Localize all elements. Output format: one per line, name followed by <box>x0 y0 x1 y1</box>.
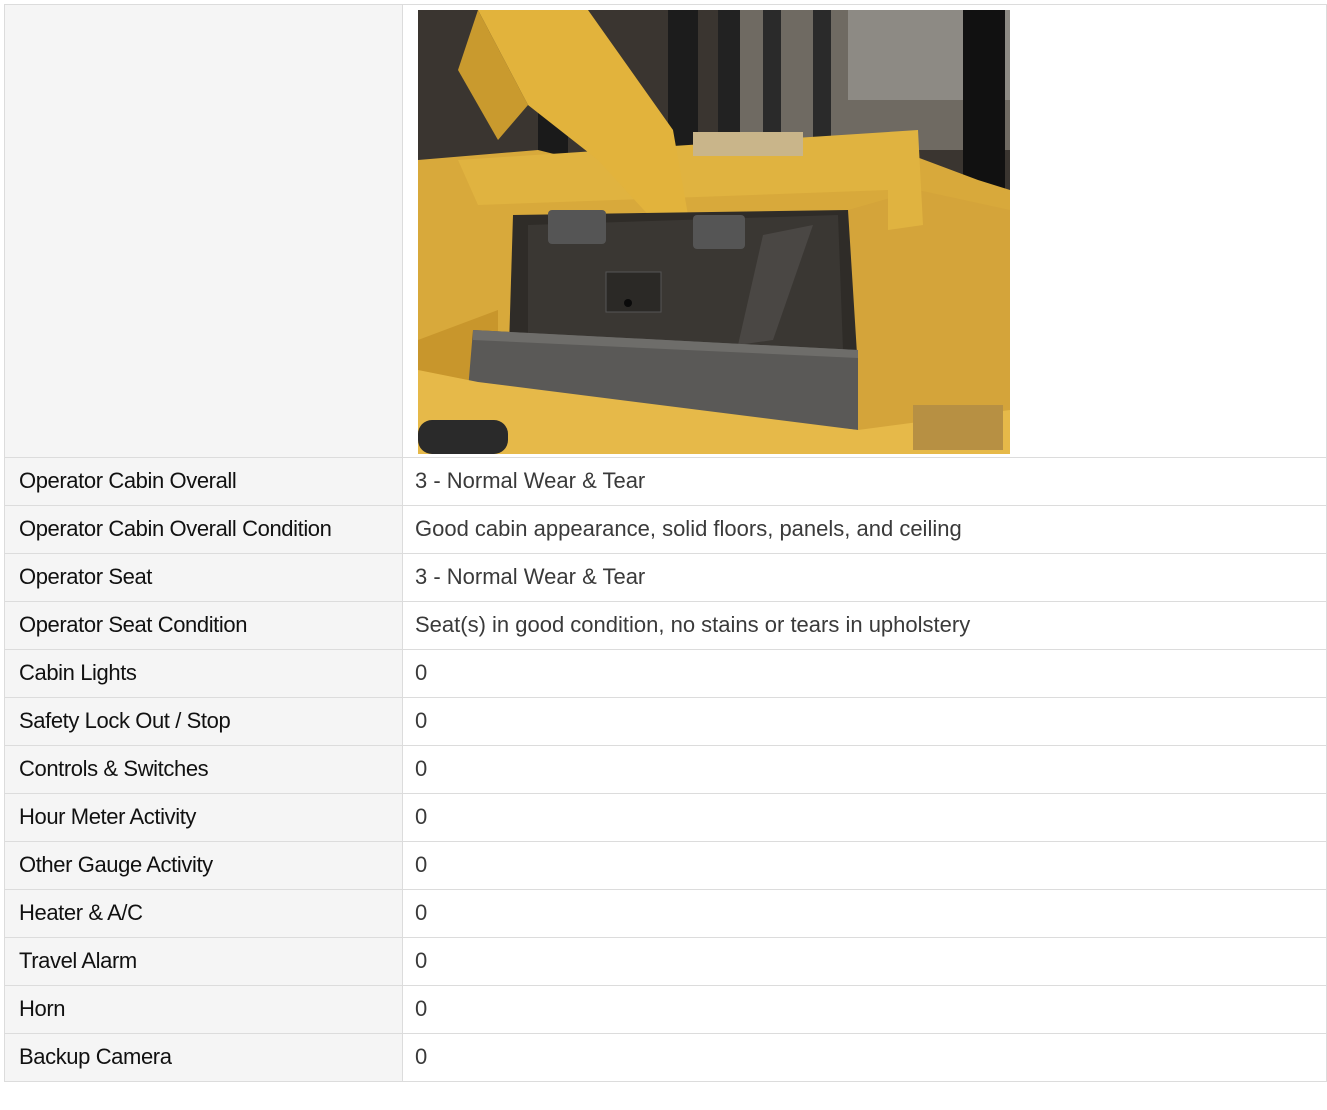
photo-cell <box>402 4 1327 458</box>
row-label: Controls & Switches <box>4 745 403 794</box>
row-value: 0 <box>402 985 1327 1034</box>
forklift-operator-pedal-photo[interactable] <box>418 9 1010 454</box>
table-row: Hour Meter Activity 0 <box>4 793 1327 842</box>
table-row: Operator Seat Condition Seat(s) in good … <box>4 601 1327 650</box>
row-value: 3 - Normal Wear & Tear <box>402 457 1327 506</box>
row-label: Operator Seat <box>4 553 403 602</box>
table-row: Operator Seat 3 - Normal Wear & Tear <box>4 553 1327 602</box>
table-row: Operator Cabin Overall Condition Good ca… <box>4 505 1327 554</box>
table-row: Heater & A/C 0 <box>4 889 1327 938</box>
row-value: 0 <box>402 937 1327 986</box>
row-value: 0 <box>402 841 1327 890</box>
row-value: 3 - Normal Wear & Tear <box>402 553 1327 602</box>
row-label: Horn <box>4 985 403 1034</box>
photo-row-label-cell <box>4 4 403 458</box>
table-row: Other Gauge Activity 0 <box>4 841 1327 890</box>
row-label: Travel Alarm <box>4 937 403 986</box>
row-value: 0 <box>402 889 1327 938</box>
row-label: Backup Camera <box>4 1033 403 1082</box>
table-row: Controls & Switches 0 <box>4 745 1327 794</box>
table-row: Backup Camera 0 <box>4 1033 1327 1082</box>
photo-row <box>4 4 1327 458</box>
row-value: 0 <box>402 793 1327 842</box>
table-row: Safety Lock Out / Stop 0 <box>4 697 1327 746</box>
row-label: Hour Meter Activity <box>4 793 403 842</box>
inspection-table: Operator Cabin Overall 3 - Normal Wear &… <box>4 4 1327 1082</box>
table-row: Cabin Lights 0 <box>4 649 1327 698</box>
row-value: 0 <box>402 745 1327 794</box>
row-value: 0 <box>402 1033 1327 1082</box>
row-label: Safety Lock Out / Stop <box>4 697 403 746</box>
row-label: Operator Cabin Overall <box>4 457 403 506</box>
row-label: Operator Cabin Overall Condition <box>4 505 403 554</box>
row-label: Heater & A/C <box>4 889 403 938</box>
row-value: 0 <box>402 649 1327 698</box>
table-row: Travel Alarm 0 <box>4 937 1327 986</box>
row-label: Operator Seat Condition <box>4 601 403 650</box>
row-label: Cabin Lights <box>4 649 403 698</box>
row-value: Good cabin appearance, solid floors, pan… <box>402 505 1327 554</box>
row-value: Seat(s) in good condition, no stains or … <box>402 601 1327 650</box>
row-label: Other Gauge Activity <box>4 841 403 890</box>
row-value: 0 <box>402 697 1327 746</box>
table-row: Operator Cabin Overall 3 - Normal Wear &… <box>4 457 1327 506</box>
table-row: Horn 0 <box>4 985 1327 1034</box>
